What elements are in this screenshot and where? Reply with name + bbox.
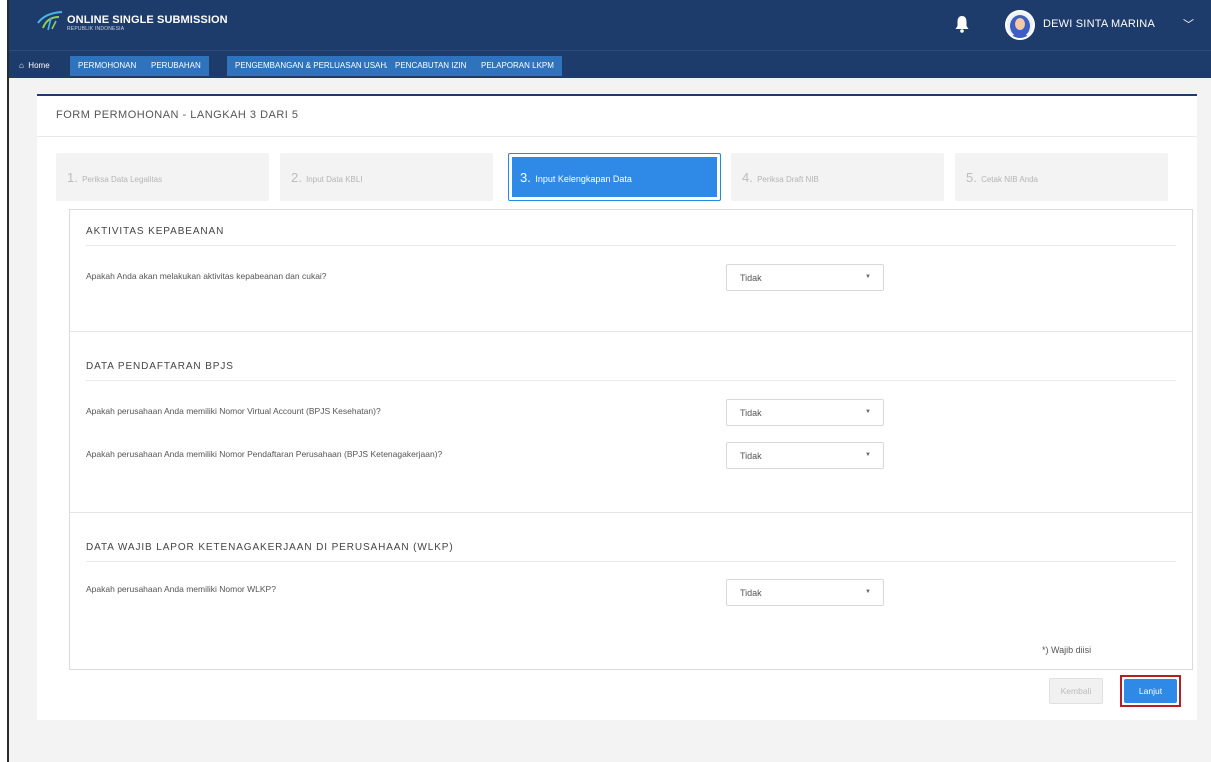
user-avatar[interactable] (1005, 10, 1035, 40)
nav-pelaporan-lkpm[interactable]: PELAPORAN LKPM (473, 56, 562, 76)
divider (86, 380, 1176, 381)
select-value: Tidak (740, 451, 762, 461)
step-number: 3. (520, 170, 531, 185)
form-panel: AKTIVITAS KEPABEANAN Apakah Anda akan me… (69, 209, 1193, 670)
bpjs-ketenagakerjaan-select[interactable]: Tidak ▼ (726, 442, 884, 469)
section-bpjs: DATA PENDAFTARAN BPJS Apakah perusahaan … (70, 332, 1192, 513)
required-footnote: *) Wajib diisi (1042, 645, 1092, 655)
step-label: Cetak NIB Anda (981, 175, 1038, 184)
brand-title: ONLINE SINGLE SUBMISSION (67, 14, 228, 26)
next-button[interactable]: Lanjut (1124, 679, 1177, 703)
select-value: Tidak (740, 273, 762, 283)
user-name[interactable]: DEWI SINTA MARINA (1043, 18, 1155, 30)
oss-logo-icon (37, 11, 63, 31)
caret-down-icon: ▼ (865, 409, 871, 415)
form-card: FORM PERMOHONAN - LANGKAH 3 DARI 5 1. Pe… (37, 94, 1197, 720)
section-title: AKTIVITAS KEPABEANAN (86, 226, 225, 237)
step-4[interactable]: 4. Periksa Draft NIB (731, 153, 944, 201)
nav-perubahan[interactable]: PERUBAHAN (143, 56, 209, 76)
page-title: FORM PERMOHONAN - LANGKAH 3 DARI 5 (56, 109, 299, 121)
step-1[interactable]: 1. Periksa Data Legalitas (56, 153, 269, 201)
next-button-highlight: Lanjut (1120, 675, 1181, 707)
notification-bell-icon[interactable] (955, 15, 969, 33)
wlkp-select[interactable]: Tidak ▼ (726, 579, 884, 606)
brand[interactable]: ONLINE SINGLE SUBMISSION REPUBLIK INDONE… (67, 14, 228, 33)
step-number: 5. (966, 170, 977, 185)
section-kepabeanan: AKTIVITAS KEPABEANAN Apakah Anda akan me… (70, 210, 1192, 332)
nav-pencabutan-izin[interactable]: PENCABUTAN IZIN (387, 56, 475, 76)
home-icon: ⌂ (19, 61, 24, 70)
step-5[interactable]: 5. Cetak NIB Anda (955, 153, 1168, 201)
kepabeanan-select[interactable]: Tidak ▼ (726, 264, 884, 291)
chevron-down-icon[interactable]: ﹀ (1183, 16, 1194, 32)
step-label: Periksa Data Legalitas (82, 175, 163, 184)
step-number: 2. (291, 170, 302, 185)
step-number: 4. (742, 170, 753, 185)
divider (86, 561, 1176, 562)
nav-home-label: Home (28, 61, 50, 70)
step-label: Input Kelengkapan Data (535, 174, 632, 184)
select-value: Tidak (740, 588, 762, 598)
question-label: Apakah perusahaan Anda memiliki Nomor Vi… (86, 406, 381, 416)
step-3-active[interactable]: 3. Input Kelengkapan Data (508, 153, 721, 201)
step-number: 1. (67, 170, 78, 185)
nav-pengembangan[interactable]: PENGEMBANGAN & PERLUASAN USAHA (227, 56, 400, 76)
step-label: Input Data KBLI (306, 175, 363, 184)
select-value: Tidak (740, 408, 762, 418)
step-2[interactable]: 2. Input Data KBLI (280, 153, 493, 201)
app-frame: ONLINE SINGLE SUBMISSION REPUBLIK INDONE… (7, 0, 1211, 762)
main-nav: ⌂ Home PERMOHONAN PERUBAHAN PENGEMBANGAN… (9, 50, 1211, 78)
bpjs-kesehatan-select[interactable]: Tidak ▼ (726, 399, 884, 426)
section-wlkp: DATA WAJIB LAPOR KETENAGAKERJAAN DI PERU… (70, 513, 1192, 669)
brand-subtitle: REPUBLIK INDONESIA (67, 26, 125, 32)
question-label: Apakah Anda akan melakukan aktivitas kep… (86, 271, 327, 281)
caret-down-icon: ▼ (865, 274, 871, 280)
top-header: ONLINE SINGLE SUBMISSION REPUBLIK INDONE… (9, 0, 1211, 50)
back-button[interactable]: Kembali (1049, 678, 1103, 704)
section-title: DATA PENDAFTARAN BPJS (86, 361, 234, 372)
nav-permohonan[interactable]: PERMOHONAN (70, 56, 145, 76)
step-label: Periksa Draft NIB (757, 175, 819, 184)
section-title: DATA WAJIB LAPOR KETENAGAKERJAAN DI PERU… (86, 542, 454, 553)
question-label: Apakah perusahaan Anda memiliki Nomor WL… (86, 584, 276, 594)
caret-down-icon: ▼ (865, 589, 871, 595)
nav-home[interactable]: ⌂ Home (13, 56, 56, 76)
question-label: Apakah perusahaan Anda memiliki Nomor Pe… (86, 449, 443, 459)
caret-down-icon: ▼ (865, 452, 871, 458)
divider (37, 136, 1197, 137)
divider (86, 245, 1176, 246)
